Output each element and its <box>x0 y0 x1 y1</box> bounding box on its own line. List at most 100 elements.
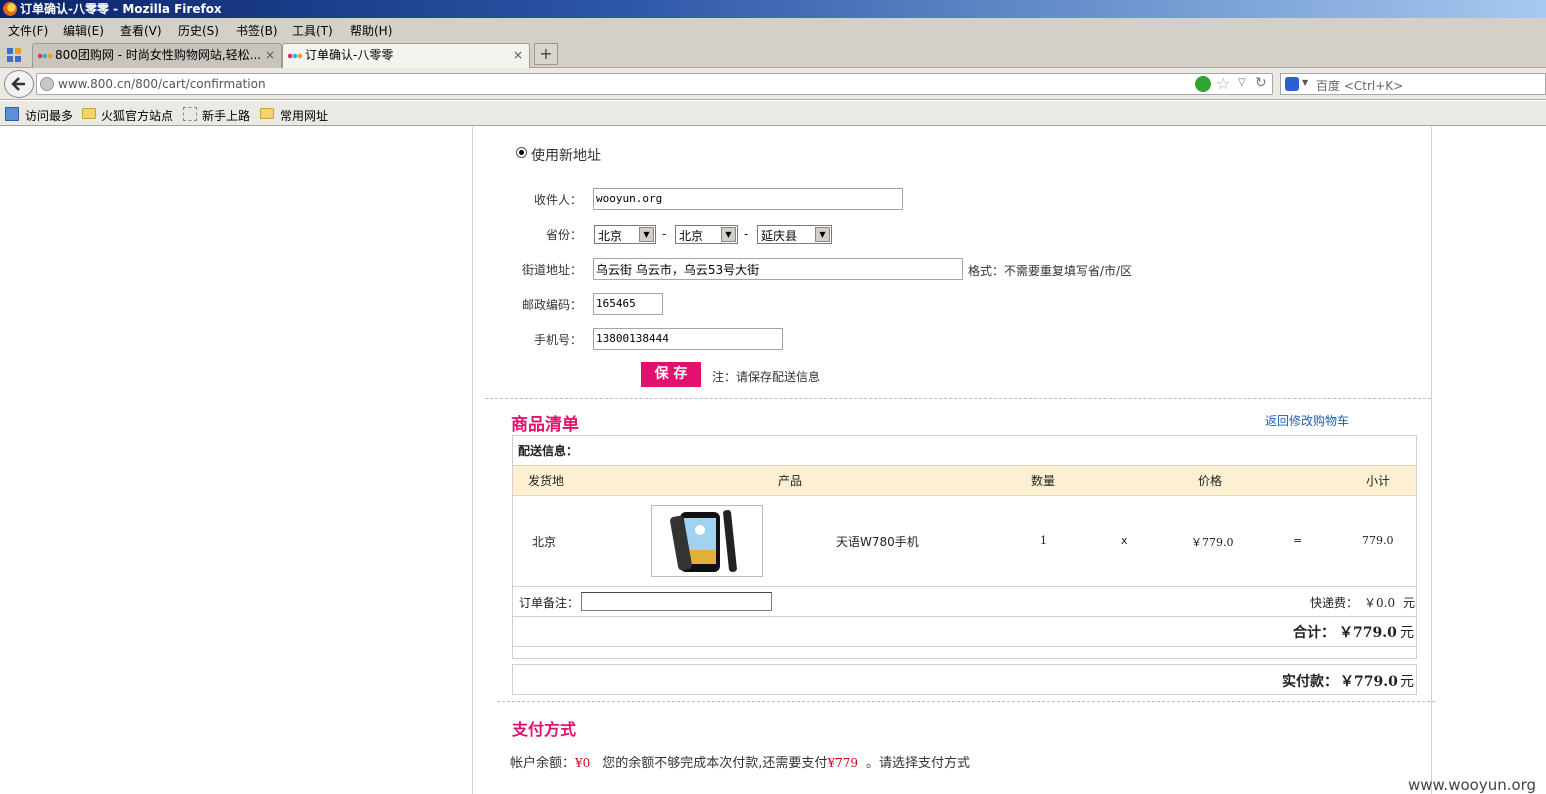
reload-icon[interactable]: ↻ <box>1255 75 1267 91</box>
shipping-fee-value: ￥0.0 <box>1364 596 1396 610</box>
page-icon <box>183 107 197 121</box>
header-product: 产品 <box>778 474 803 488</box>
province-select[interactable]: 北京 ▼ <box>594 225 656 244</box>
section-divider <box>497 701 1435 702</box>
phone-label: 手机号： <box>533 333 582 347</box>
back-button[interactable] <box>4 70 34 98</box>
receiver-input[interactable]: wooyun.org <box>593 188 903 210</box>
baidu-icon[interactable] <box>1285 77 1299 91</box>
close-tab-icon[interactable]: × <box>265 44 275 67</box>
chevron-down-icon: ▼ <box>639 227 654 242</box>
tab-groups-icon[interactable] <box>6 47 22 63</box>
content-left-border <box>472 127 473 794</box>
section-divider <box>485 398 1431 399</box>
menu-history[interactable]: 历史(S) <box>178 22 219 39</box>
payment-method-title: 支付方式 <box>512 720 577 739</box>
street-format-hint: 格式：不需要重复填写省/市/区 <box>968 264 1133 278</box>
table-header-row <box>513 465 1416 496</box>
pay-amount-value: ￥779.0 <box>1340 674 1398 690</box>
chevron-down-icon: ▼ <box>721 227 736 242</box>
street-input[interactable]: 乌云街 乌云市，乌云53号大街 <box>593 258 963 280</box>
product-image[interactable] <box>651 505 763 577</box>
new-tab-button[interactable]: + <box>534 43 558 65</box>
row-subtotal: 779.0 <box>1362 534 1394 547</box>
district-select[interactable]: 延庆县 ▼ <box>757 225 832 244</box>
city-value: 北京 <box>679 229 704 243</box>
menu-bookmarks[interactable]: 书签(B) <box>236 22 278 39</box>
menu-file[interactable]: 文件(F) <box>8 22 48 39</box>
zip-label: 邮政编码： <box>521 298 582 312</box>
menu-edit[interactable]: 编辑(E) <box>63 22 104 39</box>
dropdown-history-icon[interactable]: ▽ <box>1238 77 1246 88</box>
header-quantity: 数量 <box>1031 474 1056 488</box>
balance-message: 您的余额不够完成本次付款,还需要支付 <box>602 756 828 771</box>
go-arrow-icon[interactable] <box>1195 76 1211 92</box>
order-remark-input[interactable] <box>581 592 772 611</box>
folder-icon <box>82 108 96 119</box>
row-product-name[interactable]: 天语W780手机 <box>836 533 919 550</box>
row-price: ￥779.0 <box>1191 536 1234 549</box>
menu-tools[interactable]: 工具(T) <box>292 22 333 39</box>
tab-bar: 800团购网 - 时尚女性购物网站,轻松... × 订单确认-八零零 × + <box>0 40 1546 69</box>
search-placeholder[interactable]: 百度 <Ctrl+K> <box>1316 77 1403 94</box>
watermark-text: www.wooyun.org <box>1408 776 1537 794</box>
content-right-border <box>1431 127 1432 794</box>
street-label: 街道地址： <box>521 263 582 277</box>
shipping-fee-label: 快递费： <box>1310 596 1359 610</box>
back-to-cart-link[interactable]: 返回修改购物车 <box>1265 412 1349 429</box>
delivery-info-label: 配送信息： <box>518 444 579 458</box>
search-engine-dropdown-icon[interactable]: ▼ <box>1302 78 1308 87</box>
site-favicon-icon <box>288 53 302 59</box>
bookmark-common-sites[interactable]: 常用网址 <box>280 107 328 124</box>
total-label: 合计： <box>1293 625 1335 641</box>
chevron-down-icon: ▼ <box>815 227 830 242</box>
separator-dash: - <box>662 227 667 241</box>
bookmark-getting-started[interactable]: 新手上路 <box>202 107 250 124</box>
menu-help[interactable]: 帮助(H) <box>350 22 392 39</box>
district-value: 延庆县 <box>761 229 798 243</box>
new-address-label: 使用新地址 <box>531 148 601 164</box>
header-subtotal: 小计 <box>1366 474 1391 488</box>
row-times-sign: x <box>1121 534 1128 547</box>
city-select[interactable]: 北京 ▼ <box>675 225 738 244</box>
province-label: 省份： <box>545 228 582 242</box>
folder-icon <box>260 108 274 119</box>
row-divider <box>513 646 1416 647</box>
amount-needed: ¥779 <box>827 756 858 770</box>
star-bookmark-icon[interactable]: ☆ <box>1216 74 1230 93</box>
receiver-label: 收件人： <box>533 193 582 207</box>
balance-value: ¥0 <box>575 756 591 770</box>
zip-input[interactable]: 165465 <box>593 293 663 315</box>
close-tab-icon[interactable]: × <box>513 44 523 67</box>
menu-bar: 文件(F) 编辑(E) 查看(V) 历史(S) 书签(B) 工具(T) 帮助(H… <box>0 18 1546 40</box>
bookmark-firefox-official[interactable]: 火狐官方站点 <box>101 107 173 124</box>
choose-payment-message: 。请选择支付方式 <box>865 756 970 771</box>
header-origin: 发货地 <box>528 474 565 488</box>
row-divider <box>513 616 1416 617</box>
separator-dash: - <box>744 227 749 241</box>
firefox-icon <box>3 2 17 16</box>
most-visited-icon <box>5 107 19 121</box>
pay-amount-unit: 元 <box>1400 674 1414 690</box>
pay-amount-label: 实付款： <box>1282 674 1338 690</box>
balance-line: 帐户余额：¥0 您的余额不够完成本次付款,还需要支付¥779 。请选择支付方式 <box>510 752 970 771</box>
header-price: 价格 <box>1198 474 1223 488</box>
site-favicon-icon <box>38 53 52 59</box>
globe-icon <box>40 77 54 91</box>
tab-label: 订单确认-八零零 <box>305 48 394 62</box>
row-quantity: 1 <box>1040 534 1047 547</box>
menu-view[interactable]: 查看(V) <box>120 22 162 39</box>
goods-list-title: 商品清单 <box>511 415 579 435</box>
new-address-radio[interactable] <box>516 147 527 158</box>
url-text[interactable]: www.800.cn/800/cart/confirmation <box>58 77 266 91</box>
window-title-bar: 订单确认-八零零 - Mozilla Firefox <box>0 0 1546 18</box>
tab-confirmation[interactable]: 订单确认-八零零 × <box>282 43 530 69</box>
bookmark-most-visited[interactable]: 访问最多 <box>25 107 73 124</box>
total-value: ￥779.0 <box>1339 625 1397 641</box>
save-button[interactable]: 保 存 <box>641 362 701 387</box>
row-equals-sign: = <box>1293 534 1303 547</box>
phone-input[interactable]: 13800138444 <box>593 328 783 350</box>
row-divider <box>513 586 1416 587</box>
tab-800tuan[interactable]: 800团购网 - 时尚女性购物网站,轻松... × <box>32 43 282 68</box>
row-origin: 北京 <box>532 535 557 549</box>
